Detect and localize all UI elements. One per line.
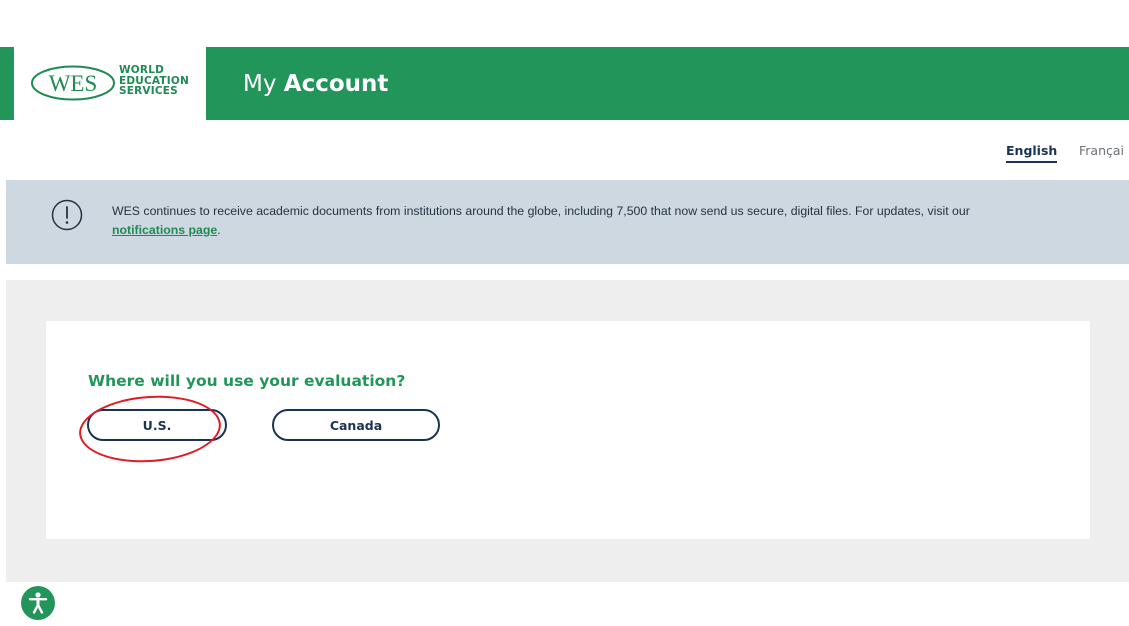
page-title-light: My xyxy=(243,71,277,97)
accessibility-button[interactable] xyxy=(21,586,55,620)
page-title: My Account xyxy=(243,70,388,98)
language-english-link[interactable]: English xyxy=(1006,143,1058,163)
wes-logo-mark: WES xyxy=(31,65,115,101)
notice-text: WES continues to receive academic docume… xyxy=(112,202,1112,240)
evaluation-question: Where will you use your evaluation? xyxy=(88,372,406,390)
logo-word: SERVICES xyxy=(119,85,178,97)
alert-circle-icon xyxy=(51,199,83,231)
header-left-strip xyxy=(0,47,14,120)
page-title-bold: Account xyxy=(283,71,389,97)
language-french-link[interactable]: Françai xyxy=(1079,143,1124,158)
accessibility-icon xyxy=(28,592,48,614)
notice-trailing: . xyxy=(217,223,221,237)
canada-option-button[interactable]: Canada xyxy=(272,409,440,441)
logo-mark-text: WES xyxy=(49,71,98,96)
notifications-page-link[interactable]: notifications page xyxy=(112,223,217,237)
us-option-button[interactable]: U.S. xyxy=(87,409,227,441)
logo-wordmark: WORLD EDUCATION SERVICES xyxy=(119,65,189,97)
logo-word: WORLD xyxy=(119,64,164,76)
logo[interactable]: WES WORLD EDUCATION SERVICES xyxy=(14,47,206,120)
notice-message: WES continues to receive academic docume… xyxy=(112,204,970,218)
site-header: WES WORLD EDUCATION SERVICES My Account xyxy=(0,47,1129,120)
